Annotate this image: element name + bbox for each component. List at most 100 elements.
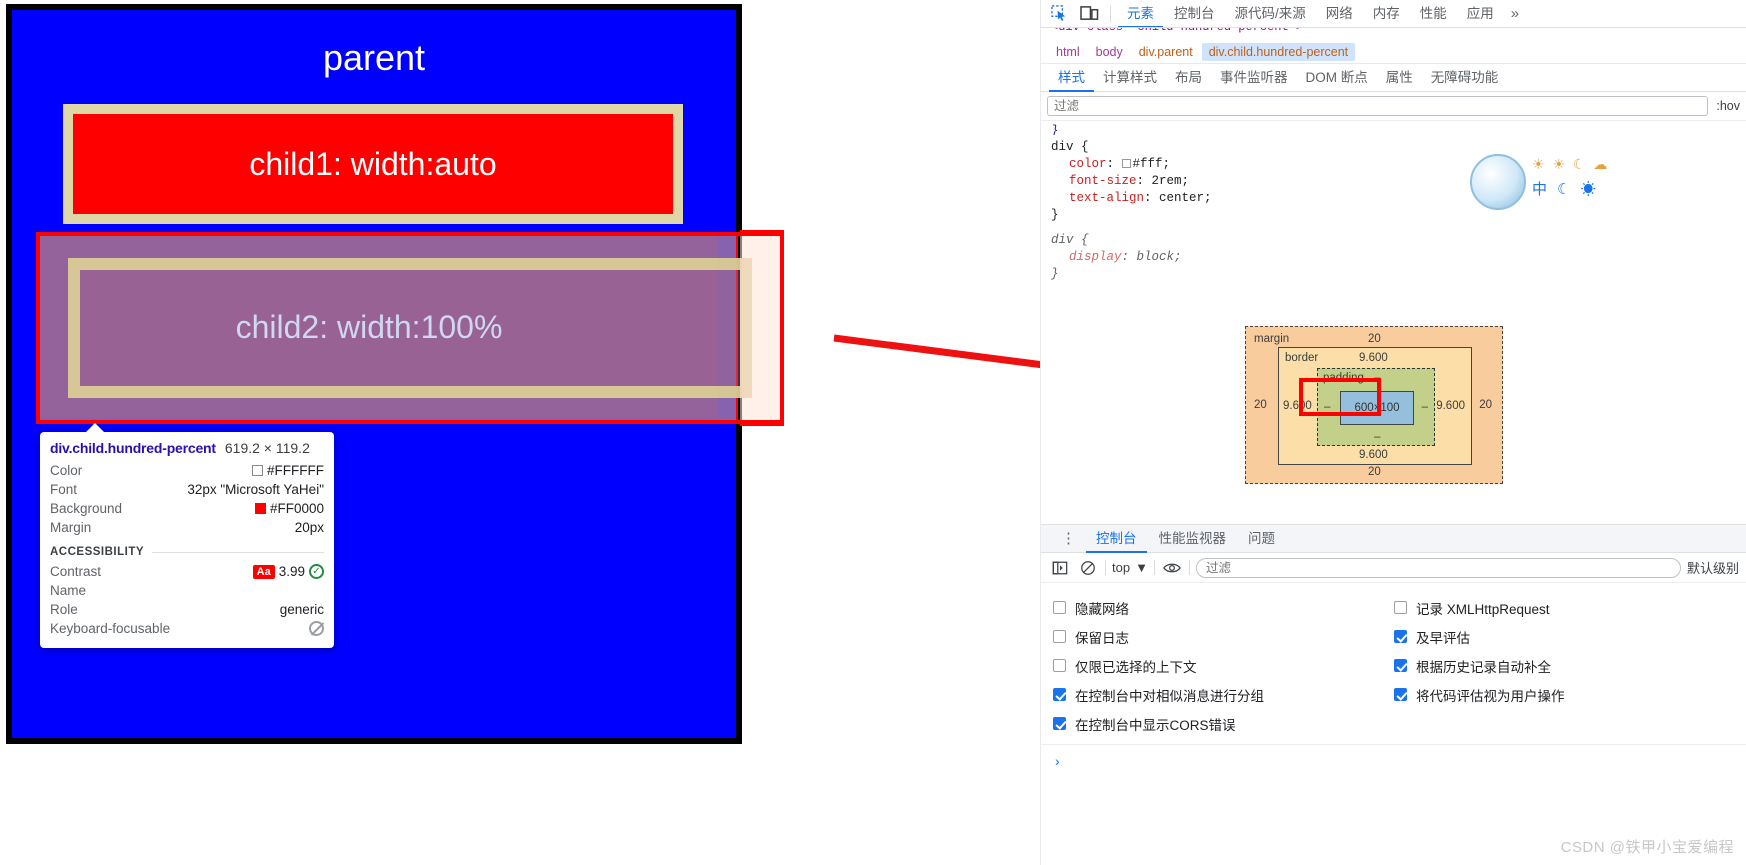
inspector-row-name: Name (50, 581, 324, 600)
box-model-margin-bottom[interactable]: 20 (1368, 466, 1381, 478)
console-prompt[interactable]: › (1041, 744, 1746, 769)
element-inspector-tooltip: div.child.hundred-percent 619.2 × 119.2 … (40, 423, 334, 648)
setting-hide-network[interactable]: 隐藏网络 (1053, 593, 1394, 622)
setting-label-eager-evaluation: 及早评估 (1416, 630, 1470, 646)
hov-button[interactable]: :hov (1716, 99, 1740, 113)
subtab-styles[interactable]: 样式 (1049, 64, 1094, 92)
setting-label-selected-context-only: 仅限已选择的上下文 (1075, 659, 1197, 675)
tab-network[interactable]: 网络 (1317, 0, 1362, 27)
box-model-padding-bottom[interactable]: – (1374, 431, 1380, 443)
breadcrumb-div-child-hundred-percent[interactable]: div.child.hundred-percent (1201, 42, 1356, 61)
inspector-key-background: Background (50, 501, 123, 516)
inspector-key-font: Font (50, 482, 78, 497)
tab-memory[interactable]: 内存 (1364, 0, 1409, 27)
tab-sources[interactable]: 源代码/来源 (1226, 0, 1315, 27)
box-model-margin-label: margin (1254, 333, 1290, 345)
color-swatch-icon (252, 465, 263, 476)
console-context-selector[interactable]: top ▼ (1112, 560, 1148, 575)
inspector-value-font: 32px "Microsoft YaHei" (187, 482, 324, 497)
devtools-panel: 元素 控制台 源代码/来源 网络 内存 性能 应用 » <div class="… (1040, 0, 1746, 865)
console-filter-input[interactable] (1195, 557, 1681, 578)
tab-console[interactable]: 控制台 (1165, 0, 1224, 27)
setting-autocomplete-from-history[interactable]: 根据历史记录自动补全 (1394, 651, 1735, 680)
setting-evaluate-as-user-action[interactable]: 将代码评估视为用户操作 (1394, 680, 1735, 709)
setting-eager-evaluation[interactable]: 及早评估 (1394, 622, 1735, 651)
dom-tree-text: <div class="child hundred-percent"> (1051, 28, 1303, 34)
subtab-properties[interactable]: 属性 (1377, 64, 1422, 92)
divider (152, 551, 324, 553)
contrast-badge-icon: Aa (252, 564, 275, 579)
tab-application[interactable]: 应用 (1458, 0, 1503, 27)
more-tabs-icon[interactable]: » (1505, 5, 1525, 22)
setting-log-xhr[interactable]: 记录 XMLHttpRequest (1394, 593, 1735, 622)
checkbox-preserve-log[interactable] (1053, 630, 1066, 643)
checkbox-show-cors-errors[interactable] (1053, 717, 1066, 730)
box-model-padding-right[interactable]: – (1422, 401, 1428, 413)
box-model-border-top[interactable]: 9.600 (1359, 352, 1388, 364)
setting-preserve-log[interactable]: 保留日志 (1053, 622, 1394, 651)
setting-label-evaluate-as-user-action: 将代码评估视为用户操作 (1416, 688, 1565, 704)
drawer-tab-console[interactable]: 控制台 (1086, 525, 1147, 553)
inspector-row-margin: Margin 20px (50, 518, 324, 537)
box-model-margin-top[interactable]: 20 (1368, 333, 1381, 345)
tab-performance[interactable]: 性能 (1411, 0, 1456, 27)
setting-label-preserve-log: 保留日志 (1075, 630, 1129, 646)
box-model-margin-right[interactable]: 20 (1479, 399, 1492, 411)
console-toolbar: top ▼ 默认级别 (1041, 553, 1746, 583)
toolbar-divider (1188, 560, 1190, 575)
toolbar-divider (1153, 560, 1155, 575)
subtab-layout[interactable]: 布局 (1166, 64, 1211, 92)
drawer-tab-performance-monitor[interactable]: 性能监视器 (1149, 525, 1237, 553)
box-model-border-bottom[interactable]: 9.600 (1359, 449, 1388, 461)
checkbox-selected-context-only[interactable] (1053, 659, 1066, 672)
subtab-dom-breakpoints[interactable]: DOM 断点 (1297, 64, 1377, 92)
live-expression-eye-icon[interactable] (1161, 558, 1183, 578)
breadcrumb: html body div.parent div.child.hundred-p… (1041, 40, 1746, 64)
toolbar-divider (1110, 5, 1111, 22)
box-model-border-right[interactable]: 9.600 (1436, 400, 1465, 412)
device-toolbar-icon[interactable] (1075, 2, 1103, 26)
console-settings-right-column: 记录 XMLHttpRequest 及早评估 根据历史记录自动补全 将代码评估视… (1394, 593, 1735, 738)
inspector-row-color: Color #FFFFFF (50, 461, 324, 480)
breadcrumb-body[interactable]: body (1089, 43, 1130, 61)
console-context-value: top (1112, 560, 1131, 575)
toolbar-divider (1105, 560, 1106, 575)
inspect-element-icon[interactable] (1045, 2, 1073, 26)
console-log-level-selector[interactable]: 默认级别 (1687, 558, 1739, 577)
setting-selected-context-only[interactable]: 仅限已选择的上下文 (1053, 651, 1394, 680)
checkbox-hide-network[interactable] (1053, 601, 1066, 614)
setting-show-cors-errors[interactable]: 在控制台中显示CORS错误 (1053, 709, 1394, 738)
subtab-accessibility[interactable]: 无障碍功能 (1422, 64, 1508, 92)
clear-console-icon[interactable] (1077, 558, 1099, 578)
box-model-margin-left[interactable]: 20 (1254, 399, 1267, 411)
inspector-selector: div.child.hundred-percent (50, 440, 216, 456)
subtab-computed[interactable]: 计算样式 (1094, 64, 1166, 92)
css-declaration-display[interactable]: display: block; (1051, 249, 1746, 266)
checkbox-evaluate-as-user-action[interactable] (1394, 688, 1407, 701)
css-prop-text-align: text-align (1069, 191, 1145, 205)
color-swatch-icon[interactable] (1121, 159, 1131, 169)
breadcrumb-div-parent[interactable]: div.parent (1132, 43, 1200, 61)
breadcrumb-html[interactable]: html (1049, 43, 1087, 61)
css-selector-div-useragent[interactable]: div { (1051, 232, 1746, 249)
contrast-ratio: 3.99 (278, 564, 305, 579)
inspector-value-color: #FFFFFF (252, 463, 324, 478)
checkbox-group-similar[interactable] (1053, 688, 1066, 701)
watermark: CSDN @铁甲小宝爱编程 (1560, 839, 1734, 856)
checkbox-autocomplete-from-history[interactable] (1394, 659, 1407, 672)
inspector-dimensions: 619.2 × 119.2 (224, 440, 310, 456)
drawer-tab-issues[interactable]: 问题 (1238, 525, 1285, 553)
tab-elements[interactable]: 元素 (1118, 0, 1163, 27)
setting-label-log-xhr: 记录 XMLHttpRequest (1416, 601, 1550, 617)
checkbox-log-xhr[interactable] (1394, 601, 1407, 614)
console-sidebar-toggle-icon[interactable] (1049, 558, 1071, 578)
box-model-border-label: border (1285, 352, 1319, 364)
inspector-value-keyboard-focusable (309, 621, 324, 636)
subtab-event-listeners[interactable]: 事件监听器 (1211, 64, 1297, 92)
drawer-menu-icon[interactable]: ⋮ (1053, 531, 1084, 546)
setting-group-similar[interactable]: 在控制台中对相似消息进行分组 (1053, 680, 1394, 709)
checkbox-eager-evaluation[interactable] (1394, 630, 1407, 643)
setting-label-autocomplete-from-history: 根据历史记录自动补全 (1416, 659, 1551, 675)
accessibility-title-text: ACCESSIBILITY (50, 546, 145, 558)
styles-filter-input[interactable] (1047, 96, 1709, 116)
